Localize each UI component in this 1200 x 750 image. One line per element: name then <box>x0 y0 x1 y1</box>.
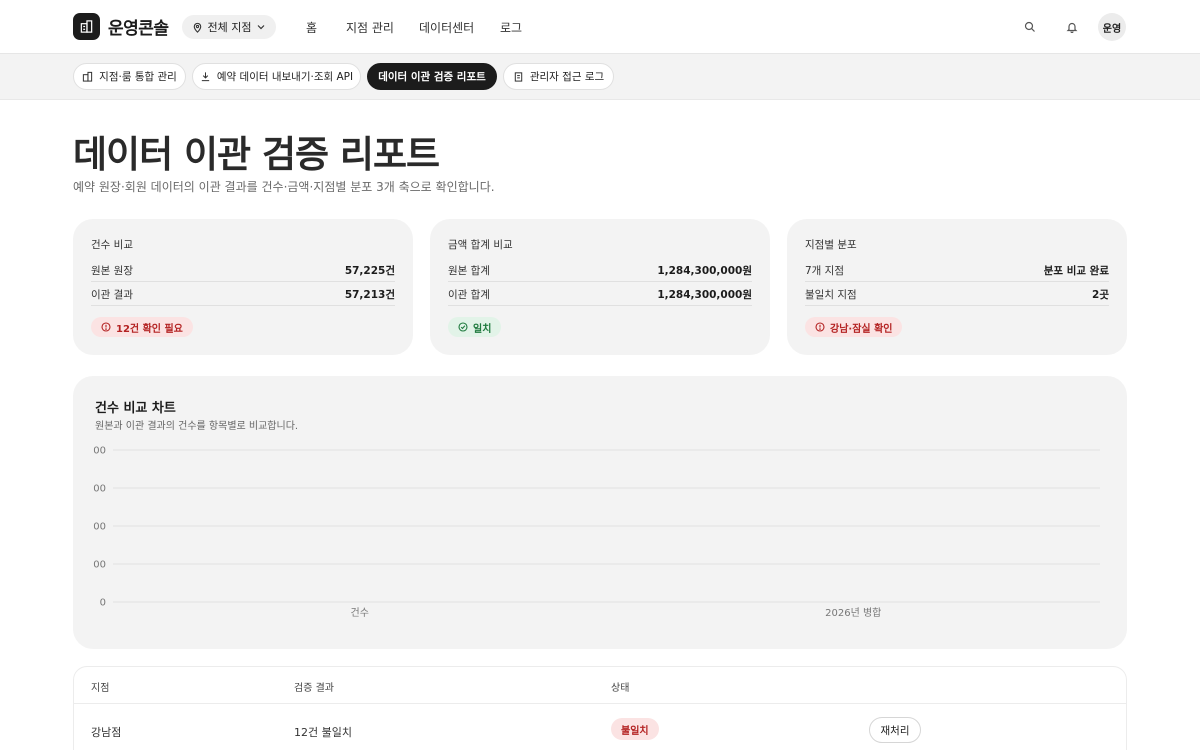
page-subtitle: 예약 원장·회원 데이터의 이관 결과를 건수·금액·지점별 분포 3개 축으로… <box>73 180 495 194</box>
check-circle-icon <box>458 322 468 332</box>
status-badge: 강남·잠실 확인 <box>805 317 903 337</box>
row-value: 2곳 <box>1092 289 1109 301</box>
section-tabs: 지점·룸 통합 관리 예약 데이터 내보내기·조회 API 데이터 이관 검증 … <box>0 54 1200 100</box>
status-badge: 12건 확인 필요 <box>91 317 193 337</box>
alert-circle-icon <box>815 322 825 332</box>
card-title: 지점별 분포 <box>805 239 857 251</box>
row-label: 원본 합계 <box>448 265 490 277</box>
nav-logs[interactable]: 로그 <box>500 19 522 36</box>
row-label: 이관 합계 <box>448 289 490 301</box>
status-badge: 일치 <box>448 317 502 337</box>
avatar[interactable]: 운영 <box>1098 13 1126 41</box>
card-row: 이관 합계 1,284,300,000원 <box>448 284 752 306</box>
row-label: 7개 지점 <box>805 265 844 277</box>
top-navigation: 운영콘솔 전체 지점 홈 지점 관리 데이터센터 로그 운영 <box>0 0 1200 54</box>
row-value: 1,284,300,000원 <box>657 265 752 277</box>
tab-label: 데이터 이관 검증 리포트 <box>378 71 486 83</box>
chevron-down-icon <box>258 25 265 30</box>
branch-distribution-card: 지점별 분포 7개 지점 분포 비교 완료 불일치 지점 2곳 강남·잠실 확인 <box>787 219 1127 355</box>
branch-validation-table: 지점 검증 결과 상태 강남점 12건 불일치 불일치 재처리 <box>73 666 1127 750</box>
nav-branch-management[interactable]: 지점 관리 <box>346 19 394 36</box>
tab-label: 예약 데이터 내보내기·조회 API <box>216 71 354 83</box>
tab-reservation-export-api[interactable]: 예약 데이터 내보내기·조회 API <box>192 63 361 90</box>
download-icon <box>201 72 210 82</box>
card-row: 불일치 지점 2곳 <box>805 284 1109 306</box>
y-tick-label: 00 <box>93 560 106 571</box>
badge-text: 일치 <box>473 323 492 335</box>
chart-plot: 000000000건수 2026년 병합 <box>93 446 1100 619</box>
bell-icon[interactable] <box>1062 17 1082 37</box>
card-row: 원본 합계 1,284,300,000원 <box>448 260 752 282</box>
row-label: 이관 결과 <box>91 289 133 301</box>
page-title: 데이터 이관 검증 리포트 <box>73 133 440 176</box>
tab-branch-room-management[interactable]: 지점·룸 통합 관리 <box>73 63 186 90</box>
cell-result: 12건 불일치 <box>294 726 352 739</box>
row-label: 원본 원장 <box>91 265 133 277</box>
row-value: 분포 비교 완료 <box>1043 265 1109 277</box>
brand-name[interactable]: 운영콘솔 <box>108 14 169 39</box>
branch-selector[interactable]: 전체 지점 <box>182 15 276 39</box>
count-comparison-card: 건수 비교 원본 원장 57,225건 이관 결과 57,213건 12건 확인… <box>73 219 413 355</box>
map-pin-icon <box>193 22 201 33</box>
row-value: 1,284,300,000원 <box>657 289 752 301</box>
logo-icon[interactable] <box>73 13 100 40</box>
column-header-result: 검증 결과 <box>294 683 334 694</box>
building-icon <box>83 71 93 82</box>
badge-text: 강남·잠실 확인 <box>830 323 893 335</box>
branch-selector-label: 전체 지점 <box>207 21 252 34</box>
retry-button[interactable]: 재처리 <box>869 717 921 743</box>
nav-home[interactable]: 홈 <box>306 19 317 36</box>
row-value: 57,213건 <box>344 289 395 301</box>
column-header-status: 상태 <box>611 683 630 694</box>
card-title: 금액 합계 비교 <box>448 239 513 251</box>
card-title: 건수 비교 <box>91 239 133 251</box>
badge-text: 12건 확인 필요 <box>116 323 183 335</box>
amount-comparison-card: 금액 합계 비교 원본 합계 1,284,300,000원 이관 합계 1,28… <box>430 219 770 355</box>
x-tick-label: 건수 <box>351 607 369 619</box>
row-value: 57,225건 <box>344 265 395 277</box>
search-icon[interactable] <box>1020 17 1040 37</box>
y-tick-label: 00 <box>93 484 106 495</box>
alert-circle-icon <box>101 322 111 332</box>
y-tick-label: 0 <box>100 598 106 609</box>
y-tick-label: 00 <box>93 446 106 457</box>
tab-admin-access-log[interactable]: 관리자 접근 로그 <box>503 63 614 90</box>
tab-label: 지점·룸 통합 관리 <box>99 71 177 83</box>
status-badge: 불일치 <box>611 718 659 740</box>
table-header: 지점 검증 결과 상태 <box>74 667 1126 704</box>
card-row: 이관 결과 57,213건 <box>91 284 395 306</box>
cell-branch: 강남점 <box>91 726 122 739</box>
y-tick-label: 00 <box>93 522 106 533</box>
x-tick-label: 2026년 병합 <box>825 607 881 619</box>
tab-migration-report[interactable]: 데이터 이관 검증 리포트 <box>367 63 497 90</box>
card-row: 원본 원장 57,225건 <box>91 260 395 282</box>
card-row: 7개 지점 분포 비교 완료 <box>805 260 1109 282</box>
tab-label: 관리자 접근 로그 <box>529 71 605 83</box>
nav-data-center[interactable]: 데이터센터 <box>419 19 474 36</box>
row-label: 불일치 지점 <box>805 289 857 301</box>
column-header-branch: 지점 <box>91 683 110 694</box>
clipboard-icon <box>514 72 523 82</box>
count-comparison-chart: 건수 비교 차트 원본과 이관 결과의 건수를 항목별로 비교합니다. 00 00… <box>73 376 1127 649</box>
